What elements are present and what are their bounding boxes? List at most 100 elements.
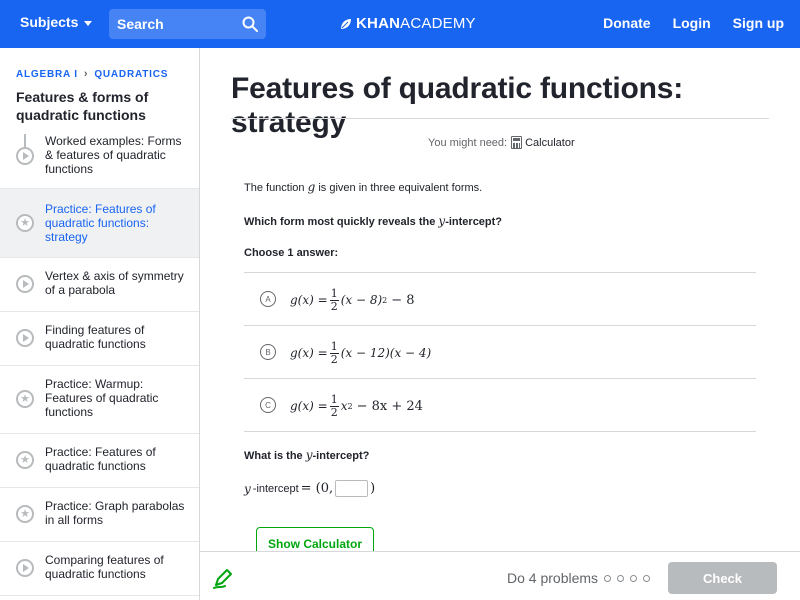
sidebar-item-label: Vertex & axis of symmetry of a parabola bbox=[45, 269, 184, 297]
video-play-icon bbox=[16, 275, 34, 293]
exercise-footer: Do 4 problems Check bbox=[200, 551, 800, 600]
answer-choices: A g(x) = 12 (x − 8) 2 − 8 B g(x) = 12 (x … bbox=[244, 272, 756, 432]
top-nav-bar: Subjects KHANACADEMY Donate Login Sign u… bbox=[0, 0, 800, 48]
math-variable: g bbox=[307, 180, 316, 194]
math-variable: y bbox=[305, 448, 313, 462]
sidebar-item-comparing-features[interactable]: Comparing features of quadratic function… bbox=[0, 542, 199, 596]
choice-b[interactable]: B g(x) = 12 (x − 12)(x − 4) bbox=[244, 326, 756, 379]
exponent: 2 bbox=[347, 401, 353, 411]
progress-indicator: Do 4 problems bbox=[507, 570, 651, 586]
sidebar-item-practice-graph-parabolas[interactable]: ★ Practice: Graph parabolas in all forms bbox=[0, 488, 199, 542]
sidebar-item-label: Practice: Graph parabolas in all forms bbox=[45, 499, 185, 527]
chevron-right-icon: › bbox=[83, 68, 89, 80]
video-play-icon bbox=[16, 329, 34, 347]
caret-down-icon bbox=[84, 20, 93, 26]
signup-link[interactable]: Sign up bbox=[733, 15, 784, 31]
sidebar-item-worked-examples[interactable]: Worked examples: Forms & features of qua… bbox=[0, 134, 199, 189]
intro-text-end: is given in three equivalent forms. bbox=[318, 182, 483, 194]
fraction-numerator: 1 bbox=[329, 339, 339, 354]
sidebar-item-label: Practice: Features of quadratic function… bbox=[45, 202, 156, 244]
formula-rhs: (x − 12)(x − 4) bbox=[340, 346, 432, 360]
formula-rhs: x bbox=[340, 399, 348, 413]
sidebar-item-practice-warmup[interactable]: ★ Practice: Warmup: Features of quadrati… bbox=[0, 366, 199, 434]
answer-label: -intercept bbox=[252, 482, 299, 495]
formula-tail: − 8x + 24 bbox=[356, 398, 423, 414]
breadcrumb: ALGEBRA I › QUADRATICS bbox=[16, 68, 168, 80]
fraction: 12 bbox=[329, 339, 339, 366]
exercise-title: Features of quadratic functions: strateg… bbox=[231, 72, 683, 139]
second-question-prompt: What is the y-intercept? bbox=[244, 448, 369, 462]
fraction: 12 bbox=[329, 286, 339, 313]
progress-dot bbox=[604, 574, 612, 582]
formula-lhs: g(x) = bbox=[290, 399, 328, 413]
sidebar-item-label: Comparing features of quadratic function… bbox=[45, 553, 164, 581]
formula-rhs: (x − 8) bbox=[340, 293, 383, 307]
progress-dot bbox=[643, 574, 651, 582]
leaf-logo-icon bbox=[341, 18, 351, 29]
login-link[interactable]: Login bbox=[673, 15, 711, 31]
donate-link[interactable]: Donate bbox=[603, 15, 650, 31]
fraction: 12 bbox=[329, 392, 339, 419]
subjects-menu-button[interactable]: Subjects bbox=[20, 14, 93, 30]
calculator-icon bbox=[511, 136, 523, 149]
formula-lhs: g(x) = bbox=[290, 346, 328, 360]
sidebar-item-practice-strategy[interactable]: ★ Practice: Features of quadratic functi… bbox=[0, 189, 199, 258]
choose-instruction: Choose 1 answer: bbox=[244, 247, 339, 259]
question-prompt: Which form most quickly reveals the y-in… bbox=[244, 214, 502, 228]
timeline-connector bbox=[24, 134, 26, 147]
y-intercept-input[interactable] bbox=[335, 480, 369, 497]
fraction-numerator: 1 bbox=[329, 286, 339, 301]
progress-dot bbox=[617, 574, 625, 582]
lesson-sidebar: ALGEBRA I › QUADRATICS Features & forms … bbox=[0, 48, 200, 600]
breadcrumb-unit-link[interactable]: QUADRATICS bbox=[94, 69, 168, 80]
practice-star-icon: ★ bbox=[16, 390, 34, 408]
answer-prefix: = (0, bbox=[300, 481, 334, 496]
logo-text-light: ACADEMY bbox=[400, 15, 476, 32]
sidebar-item-vertex-axis[interactable]: Vertex & axis of symmetry of a parabola bbox=[0, 258, 199, 312]
khan-academy-logo[interactable]: KHANACADEMY bbox=[340, 15, 476, 32]
sidebar-item-practice-features[interactable]: ★ Practice: Features of quadratic functi… bbox=[0, 434, 199, 488]
formula-tail: − 8 bbox=[391, 292, 415, 308]
problem-intro: The function g is given in three equival… bbox=[244, 180, 482, 194]
choice-letter-badge: A bbox=[260, 291, 276, 307]
search-input[interactable] bbox=[117, 16, 232, 32]
show-calculator-button[interactable]: Show Calculator bbox=[256, 527, 374, 551]
video-play-icon bbox=[16, 559, 34, 577]
unit-title: Features & forms of quadratic functions bbox=[16, 89, 149, 123]
choice-a[interactable]: A g(x) = 12 (x − 8) 2 − 8 bbox=[244, 273, 756, 326]
you-might-need-label: You might need: bbox=[428, 136, 508, 149]
exponent: 2 bbox=[382, 295, 388, 305]
scratchpad-pencil-icon[interactable] bbox=[212, 567, 234, 589]
progress-text: Do 4 problems bbox=[507, 570, 599, 586]
fraction-denominator: 2 bbox=[330, 352, 338, 366]
video-play-icon bbox=[16, 147, 34, 165]
tools-hint: You might need: Calculator bbox=[428, 136, 575, 149]
question-text-start: What is the bbox=[244, 450, 303, 462]
sidebar-item-label: Practice: Warmup: Features of quadratic … bbox=[45, 377, 159, 419]
choice-c[interactable]: C g(x) = 12 x2 − 8x + 24 bbox=[244, 379, 756, 432]
formula-lhs: g(x) = bbox=[290, 293, 328, 307]
fraction-denominator: 2 bbox=[330, 405, 338, 419]
title-divider bbox=[231, 118, 769, 119]
search-icon[interactable] bbox=[242, 16, 258, 32]
subjects-label: Subjects bbox=[20, 14, 79, 30]
sidebar-item-label: Practice: Features of quadratic function… bbox=[45, 445, 156, 473]
sidebar-item-label: Worked examples: Forms & features of qua… bbox=[45, 134, 182, 176]
calculator-link[interactable]: Calculator bbox=[511, 136, 575, 149]
math-variable: y bbox=[244, 481, 251, 496]
question-text-end: -intercept? bbox=[445, 216, 503, 228]
question-text-start: Which form most quickly reveals the bbox=[244, 216, 436, 228]
sidebar-item-finding-features[interactable]: Finding features of quadratic functions bbox=[0, 312, 199, 366]
search-box[interactable] bbox=[109, 9, 266, 39]
intro-text-start: The function bbox=[244, 182, 305, 194]
sidebar-item-label: Finding features of quadratic functions bbox=[45, 323, 146, 351]
check-button[interactable]: Check bbox=[668, 562, 777, 594]
breadcrumb-course-link[interactable]: ALGEBRA I bbox=[16, 69, 78, 80]
fraction-numerator: 1 bbox=[329, 392, 339, 407]
fraction-denominator: 2 bbox=[330, 299, 338, 313]
practice-star-icon: ★ bbox=[16, 451, 34, 469]
choice-formula: g(x) = 12 (x − 12)(x − 4) bbox=[290, 338, 431, 368]
practice-star-icon: ★ bbox=[16, 505, 34, 523]
choice-letter-badge: B bbox=[260, 344, 276, 360]
choice-formula: g(x) = 12 x2 − 8x + 24 bbox=[290, 391, 423, 421]
